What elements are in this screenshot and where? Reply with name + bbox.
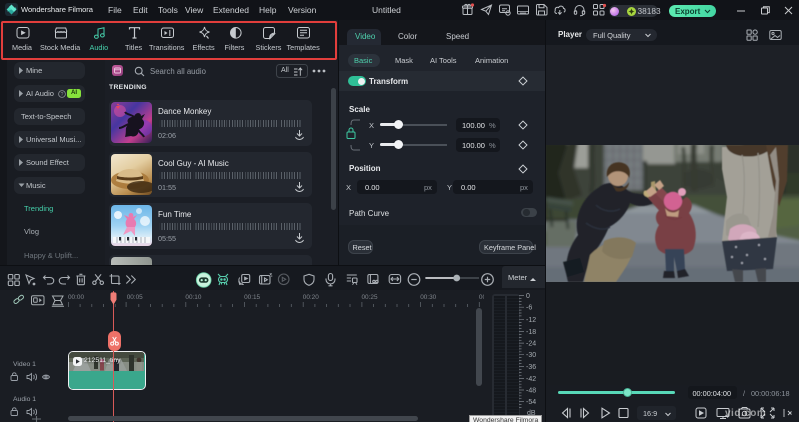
svg-text:-30: -30 [526,352,536,359]
svg-text:-48: -48 [526,387,536,394]
svg-text:-6: -6 [526,305,532,312]
svg-text:-12: -12 [526,317,536,324]
svg-text:00:30: 00:30 [420,294,436,301]
svg-text:00:00: 00:00 [68,294,84,301]
svg-text:?: ? [61,91,64,97]
svg-text:00:20: 00:20 [303,294,319,301]
svg-text:-54: -54 [526,399,536,406]
svg-text:00:15: 00:15 [244,294,260,301]
svg-text:-36: -36 [526,364,536,371]
svg-text:00:25: 00:25 [362,294,378,301]
svg-text:0: 0 [526,293,530,300]
svg-text:00:05: 00:05 [127,294,143,301]
svg-text:-24: -24 [526,341,536,348]
svg-text:-18: -18 [526,329,536,336]
svg-text:-42: -42 [526,376,536,383]
svg-text:00:10: 00:10 [185,294,201,301]
